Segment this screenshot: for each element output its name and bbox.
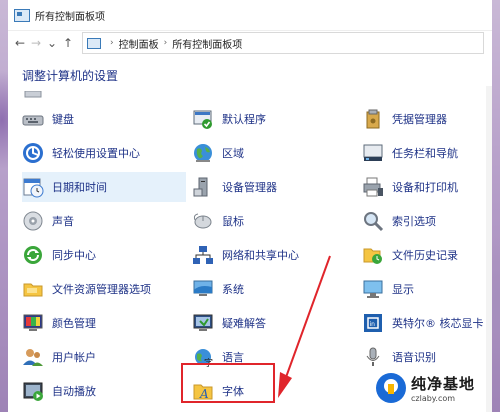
- item-label: 语音识别: [392, 351, 436, 364]
- breadcrumb-separator-icon: ›: [163, 38, 168, 48]
- sync-icon: [22, 244, 44, 266]
- item-label: 区域: [222, 147, 244, 160]
- item-taskbar-navigation[interactable]: 任务栏和导航: [362, 138, 486, 168]
- forward-arrow-icon[interactable]: →: [28, 36, 44, 50]
- date-time-icon: [22, 176, 44, 198]
- item-label: 同步中心: [52, 249, 96, 262]
- control-panel-icon: [14, 8, 30, 22]
- vertical-scrollbar[interactable]: [486, 86, 492, 412]
- breadcrumb-separator-icon: ›: [110, 38, 114, 48]
- item-display[interactable]: 显示: [362, 274, 486, 304]
- keyboard-icon: [22, 108, 44, 130]
- user-accounts-icon: [22, 346, 44, 368]
- default-programs-icon: [192, 108, 214, 130]
- item-color-management[interactable]: 颜色管理: [22, 308, 182, 338]
- watermark-logo-icon: [376, 373, 406, 403]
- region-globe-icon: [192, 142, 214, 164]
- item-label: 系统: [222, 283, 244, 296]
- window-title: 所有控制面板项: [35, 11, 105, 23]
- item-devices-printers[interactable]: 设备和打印机: [362, 172, 486, 202]
- item-label: 索引选项: [392, 215, 436, 228]
- network-icon: [192, 244, 214, 266]
- item-label: 日期和时间: [52, 181, 107, 194]
- svg-text:in: in: [370, 321, 376, 328]
- item-file-history[interactable]: 文件历史记录: [362, 240, 486, 270]
- item-label: 声音: [52, 215, 74, 228]
- item-user-accounts[interactable]: 用户帐户: [22, 342, 182, 372]
- item-label: 设备和打印机: [392, 181, 458, 194]
- address-bar[interactable]: › 控制面板 › 所有控制面板项: [82, 32, 484, 54]
- file-history-icon: [362, 244, 384, 266]
- item-label: 默认程序: [222, 113, 266, 126]
- autoplay-icon: [22, 380, 44, 402]
- item-mouse[interactable]: 鼠标: [192, 206, 342, 236]
- item-label: 任务栏和导航: [392, 147, 458, 160]
- item-label: 轻松使用设置中心: [52, 147, 140, 160]
- color-management-icon: [22, 312, 44, 334]
- watermark-title: 纯净基地: [411, 375, 476, 393]
- item-autoplay[interactable]: 自动播放: [22, 376, 182, 406]
- system-icon: [192, 278, 214, 300]
- address-control-panel-icon: [87, 37, 101, 49]
- control-panel-window: 所有控制面板项 ← → ⌄ ↑ › 控制面板 › 所有控制面板项 调整计算机的设…: [8, 0, 492, 412]
- breadcrumb-control-panel[interactable]: 控制面板: [119, 36, 159, 51]
- item-label: 英特尔® 核芯显卡: [392, 317, 484, 330]
- item-keyboard[interactable]: 键盘: [22, 104, 182, 134]
- indexing-icon: [362, 210, 384, 232]
- printer-icon: [362, 176, 384, 198]
- item-system[interactable]: 系统: [192, 274, 342, 304]
- item-region[interactable]: 区域: [192, 138, 342, 168]
- back-arrow-icon[interactable]: ←: [12, 36, 28, 50]
- item-sync-center[interactable]: 同步中心: [22, 240, 182, 270]
- item-intel-graphics[interactable]: in 英特尔® 核芯显卡: [362, 308, 486, 338]
- item-label: 疑难解答: [222, 317, 266, 330]
- item-label: 键盘: [52, 113, 74, 126]
- folder-options-icon: [22, 278, 44, 300]
- navigation-bar: ← → ⌄ ↑ › 控制面板 › 所有控制面板项: [8, 31, 492, 55]
- device-manager-icon: [192, 176, 214, 198]
- item-label: 自动播放: [52, 385, 96, 398]
- item-label: 凭据管理器: [392, 113, 447, 126]
- item-label: 文件资源管理器选项: [52, 283, 151, 296]
- taskbar-icon: [362, 142, 384, 164]
- recent-locations-chevron-icon[interactable]: ⌄: [44, 36, 60, 50]
- item-label: 网络和共享中心: [222, 249, 299, 262]
- item-label: 显示: [392, 283, 414, 296]
- item-label: 文件历史记录: [392, 249, 458, 262]
- item-folder-options[interactable]: 文件资源管理器选项: [22, 274, 192, 304]
- item-sound[interactable]: 声音: [22, 206, 182, 236]
- watermark: 纯净基地 czlaby.com: [376, 368, 496, 408]
- up-arrow-icon[interactable]: ↑: [60, 36, 76, 50]
- breadcrumb-all-items[interactable]: 所有控制面板项: [172, 36, 242, 51]
- item-network-sharing[interactable]: 网络和共享中心: [192, 240, 342, 270]
- item-ease-of-access[interactable]: 轻松使用设置中心: [22, 138, 182, 168]
- credential-manager-icon: [362, 108, 384, 130]
- item-credential-manager[interactable]: 凭据管理器: [362, 104, 486, 134]
- ease-of-access-icon: [22, 142, 44, 164]
- fonts-highlight-box: [181, 363, 275, 403]
- item-label: 颜色管理: [52, 317, 96, 330]
- speech-microphone-icon: [362, 346, 384, 368]
- troubleshooting-icon: [192, 312, 214, 334]
- item-label: 用户帐户: [52, 351, 96, 364]
- sound-icon: [22, 210, 44, 232]
- item-troubleshooting[interactable]: 疑难解答: [192, 308, 342, 338]
- item-device-manager[interactable]: 设备管理器: [192, 172, 342, 202]
- item-label: 设备管理器: [222, 181, 277, 194]
- watermark-url: czlaby.com: [411, 394, 456, 403]
- item-indexing-options[interactable]: 索引选项: [362, 206, 486, 236]
- partial-item-icon: [22, 90, 44, 100]
- item-date-time[interactable]: 日期和时间: [22, 172, 186, 202]
- intel-graphics-icon: in: [362, 312, 384, 334]
- title-bar: 所有控制面板项: [8, 0, 492, 31]
- display-icon: [362, 278, 384, 300]
- item-label: 鼠标: [222, 215, 244, 228]
- item-default-programs[interactable]: 默认程序: [192, 104, 342, 134]
- mouse-icon: [192, 210, 214, 232]
